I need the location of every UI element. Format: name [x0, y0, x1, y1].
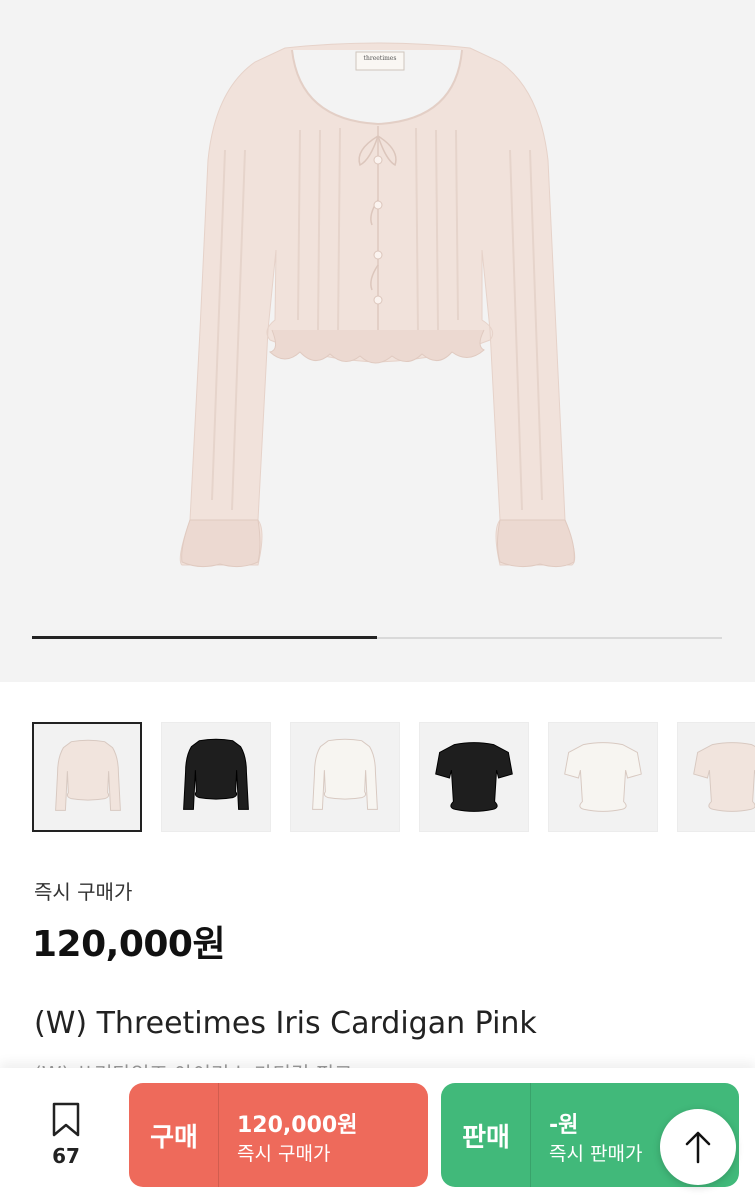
buy-button[interactable]: 구매 120,000원 즉시 구매가	[129, 1083, 428, 1187]
thumbnail-black-short-sleeve[interactable]	[419, 722, 529, 832]
thumbnail-pink-cardigan[interactable]	[32, 722, 142, 832]
buy-price-caption: 즉시 구매가	[237, 1143, 331, 1165]
sell-button-divider	[530, 1083, 531, 1187]
thumbnail-white-cardigan[interactable]	[290, 722, 400, 832]
sell-button-label: 판매	[462, 1122, 510, 1153]
thumbnail-image	[435, 742, 513, 812]
product-image	[179, 42, 576, 568]
thumbnail-white-short-sleeve[interactable]	[548, 722, 658, 832]
arrow-up-icon	[685, 1131, 711, 1164]
garment-label-text: threetimes	[363, 55, 397, 62]
buy-price: 120,000원	[237, 1113, 358, 1138]
bookmark-icon	[52, 1102, 80, 1137]
carousel-progress-track	[32, 636, 722, 639]
thumbnail-image	[312, 738, 378, 810]
bottom-action-bar: 67 구매 120,000원 즉시 구매가 판매 -원 즉시 판매가	[0, 1068, 755, 1200]
thumbnail-black-cardigan[interactable]	[161, 722, 271, 832]
sell-price: -원	[549, 1113, 579, 1138]
price-value: 120,000원	[32, 924, 226, 965]
thumbnail-image	[693, 742, 755, 812]
thumbnail-image	[564, 742, 642, 812]
product-image-carousel[interactable]: threetimes	[0, 0, 755, 682]
thumbnail-pink-short-sleeve[interactable]	[677, 722, 755, 832]
sell-price-caption: 즉시 판매가	[549, 1143, 643, 1165]
price-label: 즉시 구매가	[34, 880, 133, 904]
product-title: (W) Threetimes Iris Cardigan Pink	[34, 1006, 537, 1041]
bookmark-count: 67	[52, 1144, 80, 1168]
bookmark-button[interactable]: 67	[36, 1102, 96, 1172]
scroll-to-top-button[interactable]	[660, 1109, 736, 1185]
thumbnail-image	[55, 739, 121, 811]
buy-button-divider	[218, 1083, 219, 1187]
thumbnail-image	[183, 738, 249, 810]
buy-button-label: 구매	[150, 1122, 198, 1153]
thumbnail-strip[interactable]	[32, 722, 755, 834]
carousel-progress-fill	[32, 636, 377, 639]
